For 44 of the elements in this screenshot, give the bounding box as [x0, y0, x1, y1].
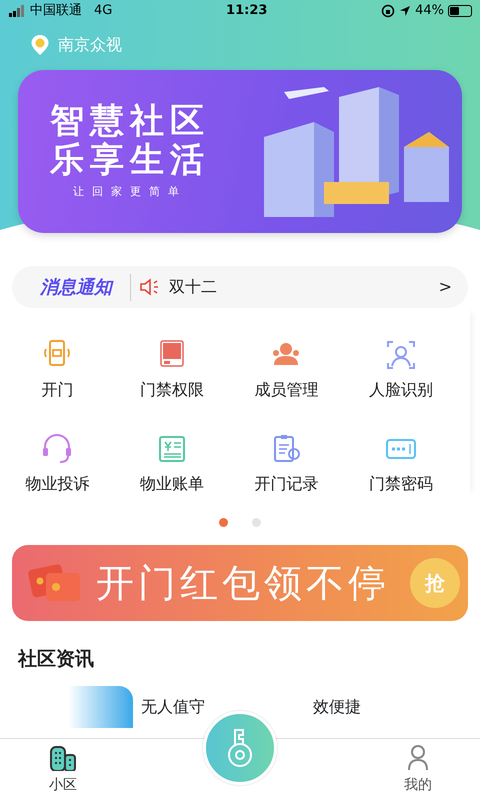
news-title[interactable]: 无人值守	[141, 694, 205, 718]
banner-subtitle: 让回家更简单	[73, 184, 187, 200]
network-type: 4G	[94, 2, 112, 20]
service-label: 人脸识别	[368, 379, 433, 401]
clock-time: 11:23	[226, 2, 268, 20]
service-item[interactable]: 物业账单	[114, 432, 229, 496]
location-arrow-icon	[399, 5, 412, 17]
battery-percent: 44%	[415, 2, 444, 20]
service-item[interactable]: 物业投诉	[0, 432, 114, 496]
speaker-icon	[139, 278, 161, 296]
service-item[interactable]: 成员管理	[229, 338, 344, 402]
service-item[interactable]: 开门记录	[229, 432, 344, 496]
service-label: 开门记录	[254, 473, 318, 495]
tab-item[interactable]: 我的	[404, 742, 432, 797]
service-label: 成员管理	[254, 379, 318, 401]
battery-icon	[448, 5, 472, 17]
signal-icon	[8, 5, 26, 17]
service-label: 物业账单	[140, 473, 204, 495]
chevron-icon: >	[438, 275, 452, 299]
buildings-icon	[48, 743, 78, 771]
service-item[interactable]: 人脸识别	[344, 338, 458, 402]
orientation-lock-icon	[381, 4, 396, 18]
news-title[interactable]: 效便捷	[313, 694, 361, 718]
tab-item[interactable]: 小区	[48, 742, 78, 797]
service-item[interactable]: 门禁密码	[344, 432, 458, 496]
page-dot[interactable]	[219, 518, 228, 527]
service-label: 物业投诉	[25, 473, 90, 495]
key-button[interactable]	[203, 711, 277, 785]
carrier-name: 中国联通	[30, 2, 82, 20]
notice-label: 消息通知	[12, 274, 131, 300]
promo-banner[interactable]: 智慧社区 乐享生活 让回家更简单	[18, 70, 462, 233]
banner-title: 乐享生活	[50, 141, 210, 180]
location-pin-icon	[30, 34, 50, 56]
banner-title: 智慧社区	[50, 102, 210, 142]
service-label: 门禁权限	[140, 379, 204, 401]
section-title: 社区资讯	[18, 647, 95, 672]
service-item[interactable]: 开门	[0, 338, 114, 402]
service-item[interactable]: 门禁权限	[114, 338, 229, 402]
promo-text: 开门红包领不停	[96, 560, 390, 606]
page-dot[interactable]	[252, 518, 261, 527]
notice-text: 双十二	[169, 276, 217, 298]
service-label: 门禁密码	[368, 473, 433, 495]
notice-bar[interactable]: 消息通知 双十二 >	[12, 266, 468, 308]
service-label: 开门	[41, 379, 74, 401]
